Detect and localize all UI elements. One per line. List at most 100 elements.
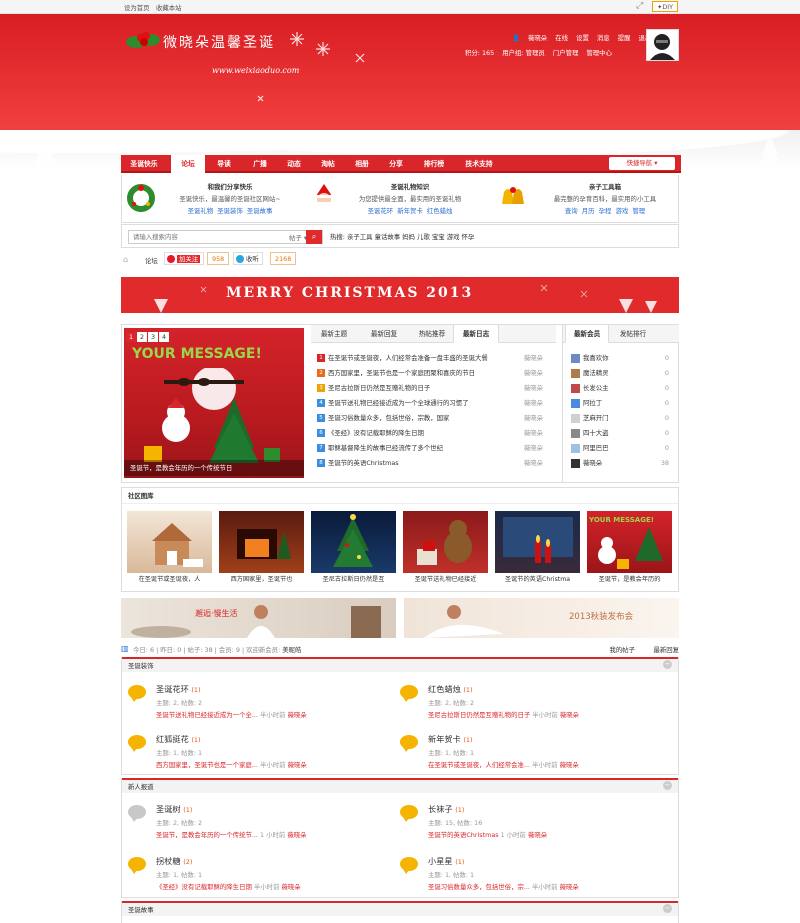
forum-item[interactable]: 圣诞树 (1) 主题: 2, 帖数: 2 圣诞节，是教会年历的一个传统节... … bbox=[128, 803, 398, 851]
category-link[interactable]: 月历 bbox=[582, 207, 595, 215]
slider-page[interactable]: 2 bbox=[137, 332, 147, 342]
section-title[interactable]: 圣诞故事 bbox=[122, 901, 678, 916]
latest-replies-link[interactable]: 最新回复 bbox=[653, 645, 679, 654]
category-title[interactable]: 和我们分享快乐 bbox=[160, 182, 300, 191]
nav-share[interactable]: 分享 bbox=[379, 155, 413, 173]
forum-name[interactable]: 长袜子 bbox=[428, 804, 453, 814]
christmas-banner[interactable]: MERRY CHRISTMAS 2013 bbox=[121, 277, 679, 313]
set-homepage-link[interactable]: 设为首页 bbox=[124, 3, 150, 12]
bookmark-link[interactable]: 收藏本站 bbox=[156, 3, 182, 12]
hot-term[interactable]: 童话故事 bbox=[375, 233, 401, 241]
search-icon[interactable]: ⌕ bbox=[306, 230, 322, 244]
forum-item[interactable]: 长袜子 (1) 主题: 15, 帖数: 16 圣诞节的英语Christmas 1… bbox=[400, 803, 670, 851]
settings-link[interactable]: 设置 bbox=[576, 34, 589, 42]
thread-item[interactable]: 5 圣诞习俗数量众多，包括世俗，宗教，国家 薇晓朵 bbox=[317, 411, 543, 426]
gallery-thumb[interactable] bbox=[127, 511, 212, 573]
user-group-link[interactable]: 用户组: 管理员 bbox=[502, 49, 545, 57]
site-logo[interactable]: 微晓朵温馨圣诞 bbox=[163, 32, 275, 52]
gallery-thumb[interactable] bbox=[403, 511, 488, 573]
collapse-icon[interactable]: − bbox=[663, 904, 672, 913]
gallery-thumb[interactable] bbox=[219, 511, 304, 573]
tab-hot-threads[interactable]: 热帖推荐 bbox=[409, 325, 455, 343]
expand-icon[interactable]: ⤢ bbox=[636, 1, 643, 11]
member-item[interactable]: 芝麻开门 0 bbox=[571, 411, 669, 426]
avatar[interactable] bbox=[646, 29, 679, 61]
gallery-caption[interactable]: 圣诞节的英语Christma bbox=[495, 574, 580, 583]
gallery-thumb[interactable] bbox=[311, 511, 396, 573]
category-link[interactable]: 圣诞装饰 bbox=[217, 207, 243, 215]
gallery-caption[interactable]: 圣诞节送礼物已经接近 bbox=[403, 574, 488, 583]
member-item[interactable]: 四十大盗 0 bbox=[571, 426, 669, 441]
collapse-icon[interactable]: − bbox=[663, 781, 672, 790]
reminders-link[interactable]: 提醒 bbox=[618, 34, 631, 42]
nav-activity[interactable]: 动态 bbox=[277, 155, 311, 173]
slider-page[interactable]: 4 bbox=[159, 332, 169, 342]
forum-name[interactable]: 红狐挺花 bbox=[156, 734, 189, 744]
thread-item[interactable]: 7 耶稣基督降生的故事已经流传了多个世纪 薇晓朵 bbox=[317, 441, 543, 456]
tab-latest-replies[interactable]: 最新回复 bbox=[361, 325, 407, 343]
tab-latest-blogs[interactable]: 最新日志 bbox=[453, 325, 499, 343]
hot-term[interactable]: 亲子工具 bbox=[347, 233, 373, 241]
category-link[interactable]: 孕程 bbox=[599, 207, 612, 215]
section-title[interactable]: 新人报道 bbox=[122, 778, 678, 793]
slider-page[interactable]: 3 bbox=[148, 332, 158, 342]
section-title[interactable]: 圣诞装饰 bbox=[122, 657, 678, 672]
thread-item[interactable]: 1 在圣诞节或圣诞夜，人们经常会准备一盘丰盛的圣诞大餐 薇晓朵 bbox=[317, 351, 543, 366]
hot-term[interactable]: 宝宝 bbox=[432, 233, 445, 241]
forum-name[interactable]: 拐杖糖 bbox=[156, 856, 181, 866]
category-link[interactable]: 管理 bbox=[632, 207, 645, 215]
nav-forum[interactable]: 论坛 bbox=[171, 155, 205, 173]
my-posts-link[interactable]: 我的帖子 bbox=[609, 645, 635, 654]
slider[interactable]: 1 2 3 4 YOUR MESSAGE! 圣诞节，是教会年历的一个传统节日 bbox=[124, 328, 304, 478]
thread-item[interactable]: 8 圣诞节的英语Christmas 薇晓朵 bbox=[317, 456, 543, 471]
tab-new-members[interactable]: 最新会员 bbox=[565, 325, 609, 343]
portal-admin-link[interactable]: 门户管理 bbox=[553, 49, 579, 57]
nav-guide[interactable]: 导读 bbox=[207, 155, 241, 173]
home-icon[interactable]: ⌂ bbox=[123, 255, 128, 264]
online-status[interactable]: 在线 bbox=[555, 34, 568, 42]
category-link[interactable]: 圣诞花环 bbox=[368, 207, 394, 215]
diy-button[interactable]: ✦DIY bbox=[652, 1, 679, 12]
forum-item[interactable]: 红色蜡烛 (1) 主题: 2, 帖数: 2 圣尼古拉斯日仍然是互赠礼物的日子 半… bbox=[400, 683, 670, 731]
forum-name[interactable]: 小星星 bbox=[428, 856, 453, 866]
breadcrumb-forum[interactable]: 论坛 bbox=[145, 256, 158, 265]
category-link[interactable]: 红色蜡烛 bbox=[427, 207, 453, 215]
tab-latest-topics[interactable]: 最新主题 bbox=[311, 325, 357, 343]
forum-item[interactable]: 小星星 (1) 主题: 1, 帖数: 1 圣诞习俗数量众多，包括世俗，宗... … bbox=[400, 855, 670, 903]
gallery-caption[interactable]: 在圣诞节或圣诞夜，人 bbox=[127, 574, 212, 583]
thread-item[interactable]: 6 《圣经》没有记载耶稣的降生日期 薇晓朵 bbox=[317, 426, 543, 441]
username-link[interactable]: 薇晓朵 bbox=[528, 34, 547, 42]
member-item[interactable]: 我喜欢你 0 bbox=[571, 351, 669, 366]
forum-item[interactable]: 圣诞花环 (1) 主题: 2, 帖数: 2 圣诞节送礼物已经接近成为一个全...… bbox=[128, 683, 398, 731]
hot-term[interactable]: 妈妈 bbox=[402, 233, 415, 241]
gallery-thumb[interactable] bbox=[495, 511, 580, 573]
points-link[interactable]: 积分: 165 bbox=[465, 49, 494, 57]
nav-broadcast[interactable]: 广播 bbox=[243, 155, 277, 173]
category-link[interactable]: 查询 bbox=[565, 207, 578, 215]
gallery-caption[interactable]: 圣尼古拉斯日仍然是互 bbox=[311, 574, 396, 583]
category-title[interactable]: 圣诞礼物知识 bbox=[340, 182, 480, 191]
forum-name[interactable]: 圣诞树 bbox=[156, 804, 181, 814]
hot-term[interactable]: 游戏 bbox=[447, 233, 460, 241]
quick-nav-button[interactable]: 快捷导航 ▾ bbox=[609, 157, 675, 170]
nav-tech-support[interactable]: 技术支持 bbox=[455, 155, 503, 173]
category-link[interactable]: 新年贺卡 bbox=[397, 207, 423, 215]
slider-caption[interactable]: 圣诞节，是教会年历的一个传统节日 bbox=[124, 460, 304, 476]
category-link[interactable]: 圣诞故事 bbox=[247, 207, 273, 215]
member-item[interactable]: 阿拉丁 0 bbox=[571, 396, 669, 411]
gallery-thumb[interactable]: YOUR MESSAGE! bbox=[587, 511, 672, 573]
qq-listen-button[interactable]: 收听 bbox=[233, 252, 263, 265]
thread-item[interactable]: 2 西方国家里，圣诞节也是一个家庭团聚和喜庆的节日 薇晓朵 bbox=[317, 366, 543, 381]
collapse-icon[interactable]: − bbox=[663, 660, 672, 669]
forum-name[interactable]: 新年贺卡 bbox=[428, 734, 461, 744]
category-link[interactable]: 游戏 bbox=[615, 207, 628, 215]
gallery-caption[interactable]: 西方国家里，圣诞节也 bbox=[219, 574, 304, 583]
member-item[interactable]: 阿里巴巴 0 bbox=[571, 441, 669, 456]
gallery-caption[interactable]: 圣诞节，是教会年历的 bbox=[587, 574, 672, 583]
admin-center-link[interactable]: 管理中心 bbox=[586, 49, 612, 57]
new-member-link[interactable]: 美昵皓 bbox=[282, 646, 301, 654]
messages-link[interactable]: 消息 bbox=[597, 34, 610, 42]
nav-albums[interactable]: 相册 bbox=[345, 155, 379, 173]
nav-ranking[interactable]: 排行榜 bbox=[413, 155, 455, 173]
nav-collections[interactable]: 淘帖 bbox=[311, 155, 345, 173]
